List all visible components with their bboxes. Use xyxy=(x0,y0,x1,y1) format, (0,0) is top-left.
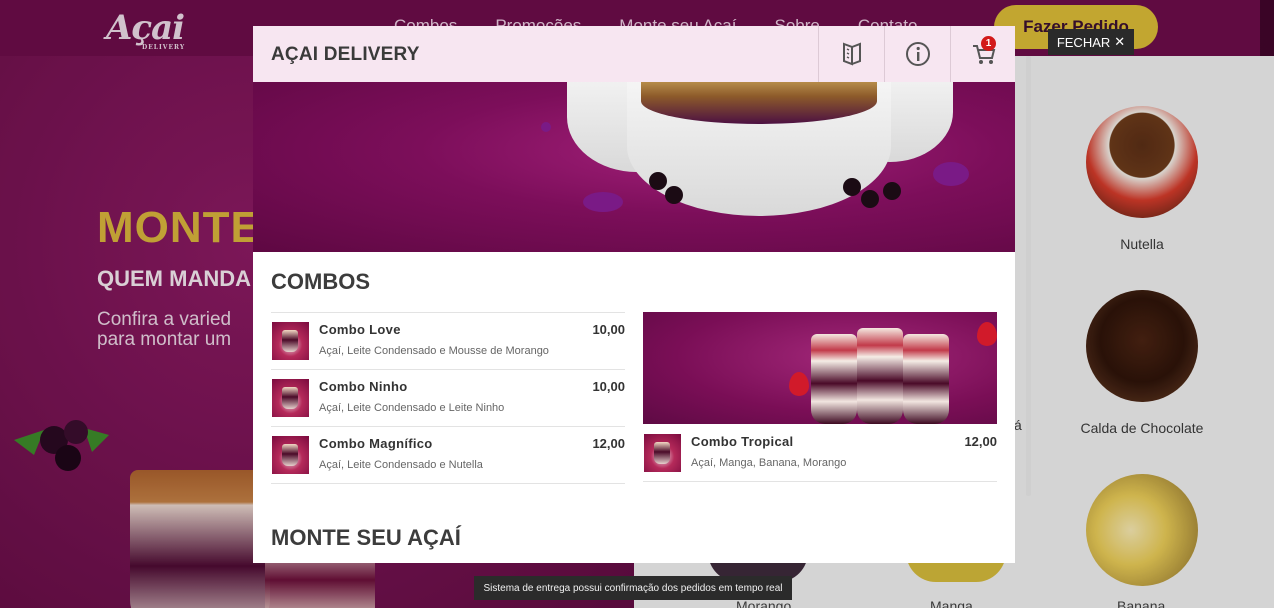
combo-price: 10,00 xyxy=(592,322,625,337)
strawberry xyxy=(789,372,809,396)
banner-image xyxy=(253,82,1015,252)
combo-name: Combo Magnífico xyxy=(319,436,433,451)
modal-scrollbar[interactable] xyxy=(1026,56,1031,496)
berry xyxy=(665,186,683,204)
combo-description: Açaí, Manga, Banana, Morango xyxy=(691,457,847,469)
combos-list: Combo Love 10,00 Açaí, Leite Condensado … xyxy=(271,312,625,484)
menu-button[interactable] xyxy=(818,26,884,82)
glass-cup xyxy=(857,328,903,424)
combos-section-title: COMBOS xyxy=(271,269,370,294)
info-icon xyxy=(905,42,930,66)
berry xyxy=(861,190,879,208)
berry xyxy=(843,178,861,196)
menu-modal: AÇAI DELIVERY 1 COMBOS Combo Love 10,00 … xyxy=(253,26,1015,563)
strawberry xyxy=(977,322,997,346)
info-button[interactable] xyxy=(884,26,950,82)
combo-price: 12,00 xyxy=(592,436,625,451)
featured-combo-row[interactable]: Combo Tropical 12,00 Açaí, Manga, Banana… xyxy=(643,424,997,482)
combo-item-ninho[interactable]: Combo Ninho 10,00 Açaí, Leite Condensado… xyxy=(271,370,625,427)
featured-combo-image xyxy=(643,312,997,424)
close-button[interactable]: FECHAR ✕ xyxy=(1048,29,1134,55)
combo-description: Açaí, Leite Condensado e Nutella xyxy=(319,459,483,471)
splash xyxy=(541,122,551,132)
modal-header: AÇAI DELIVERY 1 xyxy=(253,26,1015,82)
ingredient-label-manga: Manga xyxy=(930,598,973,608)
modal-title: AÇAI DELIVERY xyxy=(271,44,420,65)
combo-item-love[interactable]: Combo Love 10,00 Açaí, Leite Condensado … xyxy=(271,313,625,370)
combo-description: Açaí, Leite Condensado e Mousse de Moran… xyxy=(319,345,549,357)
berry xyxy=(649,172,667,190)
status-toast: Sistema de entrega possui confirmação do… xyxy=(474,576,792,600)
combo-name: Combo Love xyxy=(319,322,401,337)
combo-thumbnail xyxy=(272,436,309,474)
splash xyxy=(933,162,969,186)
splash xyxy=(583,192,623,212)
featured-combo[interactable]: Combo Tropical 12,00 Açaí, Manga, Banana… xyxy=(643,312,997,482)
combo-description: Açaí, Leite Condensado e Leite Ninho xyxy=(319,402,505,414)
glass-cup xyxy=(903,334,949,424)
close-button-label: FECHAR xyxy=(1056,34,1111,50)
cart-count-badge: 1 xyxy=(981,36,996,51)
combo-item-magnifico[interactable]: Combo Magnífico 12,00 Açaí, Leite Conden… xyxy=(271,427,625,484)
combo-thumbnail xyxy=(272,322,309,360)
monte-section-title: MONTE SEU AÇAÍ xyxy=(271,525,461,550)
berry xyxy=(883,182,901,200)
combo-thumbnail xyxy=(272,379,309,417)
close-icon: ✕ xyxy=(1114,34,1126,49)
cart-button[interactable]: 1 xyxy=(950,26,1015,82)
ingredient-label-banana: Banana xyxy=(1117,598,1166,608)
combo-price: 10,00 xyxy=(592,379,625,394)
combo-name: Combo Ninho xyxy=(319,379,408,394)
combo-price: 12,00 xyxy=(964,434,997,449)
glass-cup xyxy=(811,334,857,424)
combo-thumbnail xyxy=(644,434,681,472)
menu-book-icon xyxy=(842,42,861,66)
combo-name: Combo Tropical xyxy=(691,434,794,449)
